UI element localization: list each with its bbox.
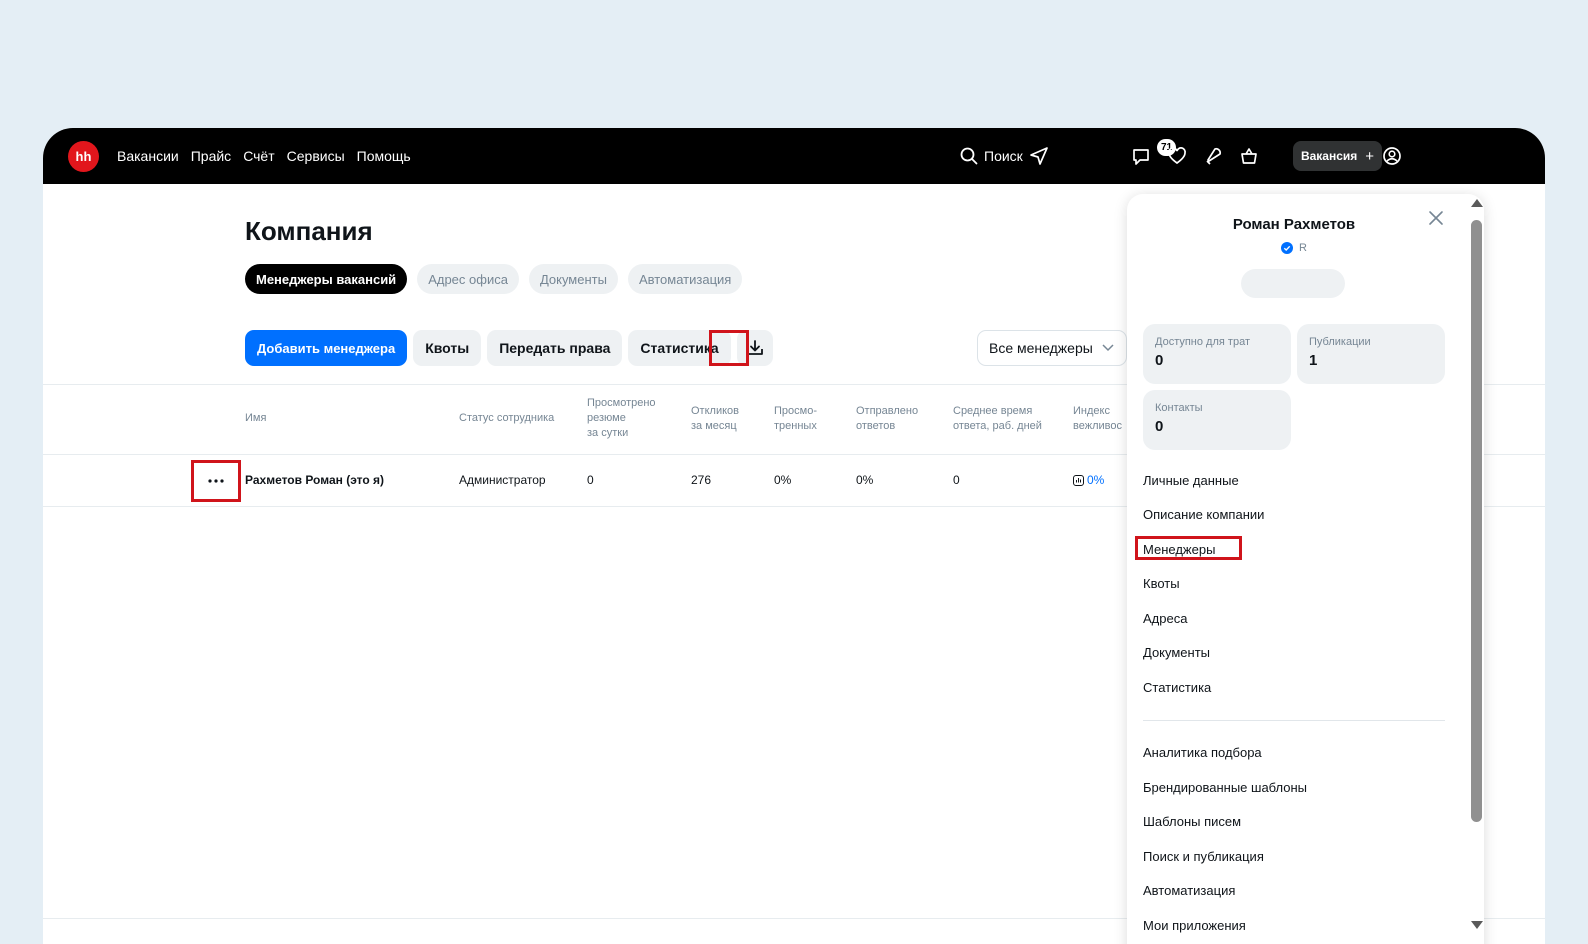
bell-icon[interactable] [1202, 145, 1224, 167]
col-politeness: Индекс вежливос [1073, 405, 1122, 432]
scrollbar-thumb[interactable] [1471, 220, 1482, 822]
col-viewed-resumes: Просмотрено резюме за сутки [587, 397, 656, 439]
menu-branded-templates[interactable]: Брендированные шаблоны [1143, 780, 1307, 795]
managers-filter-value: Все менеджеры [989, 340, 1093, 356]
col-name: Имя [245, 412, 267, 424]
col-responses-month: Откликов за месяц [691, 405, 739, 432]
add-manager-button[interactable]: Добавить менеджера [245, 330, 408, 366]
search-button[interactable]: Поиск [960, 128, 1023, 184]
stat-value: 0 [1155, 418, 1164, 435]
chevron-down-icon [1102, 344, 1114, 352]
tab-managers[interactable]: Менеджеры вакансий [245, 264, 408, 294]
row-menu-highlight [191, 460, 241, 502]
menu-statistics[interactable]: Статистика [1143, 680, 1211, 695]
company-tabs: Менеджеры вакансий Адрес офиса Документы… [245, 264, 743, 294]
cart-icon[interactable] [1238, 145, 1260, 167]
stat-available-spend[interactable]: Доступно для трат 0 [1143, 324, 1291, 384]
menu-quotas[interactable]: Квоты [1143, 576, 1180, 591]
chat-icon[interactable] [1130, 145, 1152, 167]
transfer-rights-button[interactable]: Передать права [487, 330, 623, 366]
politeness-value: 0% [1087, 473, 1105, 487]
stat-contacts[interactable]: Контакты 0 [1143, 390, 1291, 450]
tab-automation[interactable]: Автоматизация [627, 264, 743, 294]
download-highlight [709, 330, 749, 366]
menu-my-apps[interactable]: Мои приложения [1143, 918, 1246, 933]
panel-user-name: Роман Рахметов [1232, 216, 1356, 233]
panel-user-sub: R [1127, 242, 1461, 254]
menu-search-publication[interactable]: Поиск и публикация [1143, 849, 1264, 864]
search-label: Поиск [984, 148, 1023, 164]
cell-avg-time: 0 [953, 473, 960, 487]
manager-status: Администратор [459, 473, 546, 487]
menu-letter-templates[interactable]: Шаблоны писем [1143, 814, 1241, 829]
actions-toolbar: Добавить менеджера Квоты Передать права … [245, 330, 773, 366]
send-icon[interactable] [1028, 145, 1050, 167]
menu-personal-data[interactable]: Личные данные [1143, 473, 1239, 488]
menu-managers-highlight [1135, 536, 1242, 560]
scroll-up-icon[interactable] [1470, 198, 1484, 208]
profile-panel: Роман Рахметов R Доступно для трат 0 Пуб… [1127, 194, 1484, 944]
app-window: hh Вакансии Прайс Счёт Сервисы Помощь По… [43, 128, 1545, 944]
col-avg-time: Среднее время ответа, раб. дней [953, 405, 1042, 432]
tab-office-address[interactable]: Адрес офиса [417, 264, 519, 294]
cell-viewed-resumes: 0 [587, 473, 594, 487]
search-icon [960, 147, 978, 165]
hh-logo[interactable]: hh [68, 141, 99, 172]
menu-company-description[interactable]: Описание компании [1143, 507, 1264, 522]
tab-documents[interactable]: Документы [528, 264, 618, 294]
col-sent-answers: Отправлено ответов [856, 405, 919, 432]
manager-name[interactable]: Рахметов Роман (это я) [245, 473, 384, 487]
menu-addresses[interactable]: Адреса [1143, 611, 1187, 626]
nav-account[interactable]: Счёт [243, 148, 274, 164]
panel-scrollbar[interactable] [1468, 194, 1484, 944]
stat-label: Контакты [1155, 402, 1203, 414]
main-nav: Вакансии Прайс Счёт Сервисы Помощь [117, 128, 411, 184]
cell-viewed: 0% [774, 473, 792, 487]
nav-price[interactable]: Прайс [191, 148, 231, 164]
chart-icon [1073, 474, 1084, 486]
cell-politeness[interactable]: 0% [1073, 473, 1104, 487]
new-vacancy-button[interactable]: Вакансия + [1293, 141, 1382, 171]
panel-divider [1143, 720, 1445, 721]
page-title: Компания [245, 216, 373, 246]
stat-publications[interactable]: Публикации 1 [1297, 324, 1445, 384]
top-navbar: hh Вакансии Прайс Счёт Сервисы Помощь По… [43, 128, 1545, 184]
plus-icon: + [1365, 147, 1375, 165]
menu-automation[interactable]: Автоматизация [1143, 883, 1235, 898]
panel-user-initial: R [1299, 242, 1307, 254]
col-viewed: Просмо-тренных [774, 405, 817, 432]
cell-responses-month: 276 [691, 473, 712, 487]
heart-icon[interactable] [1166, 145, 1188, 167]
panel-placeholder-pill [1241, 269, 1345, 298]
verified-icon [1281, 242, 1294, 254]
nav-help[interactable]: Помощь [357, 148, 411, 164]
stat-value: 1 [1309, 352, 1318, 369]
menu-hiring-analytics[interactable]: Аналитика подбора [1143, 745, 1262, 760]
scroll-down-icon[interactable] [1470, 920, 1484, 930]
col-status: Статус сотрудника [459, 412, 555, 424]
nav-services[interactable]: Сервисы [287, 148, 345, 164]
cell-sent-answers: 0% [856, 473, 874, 487]
new-vacancy-label: Вакансия [1300, 149, 1358, 163]
profile-icon[interactable] [1381, 145, 1403, 167]
close-icon[interactable] [1426, 208, 1446, 228]
stat-label: Публикации [1309, 336, 1371, 348]
stat-value: 0 [1155, 352, 1164, 369]
menu-documents[interactable]: Документы [1143, 645, 1210, 660]
managers-filter-select[interactable]: Все менеджеры [977, 330, 1127, 366]
nav-vacancies[interactable]: Вакансии [117, 148, 179, 164]
stat-label: Доступно для трат [1155, 336, 1250, 348]
quotas-button[interactable]: Квоты [413, 330, 482, 366]
